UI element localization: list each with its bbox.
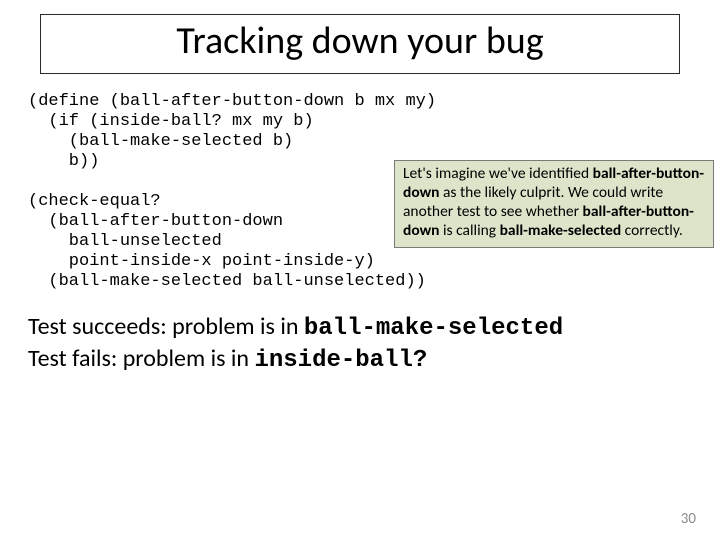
text: Test succeeds: problem is in xyxy=(28,312,304,341)
code-line: (ball-make-selected b) xyxy=(28,132,293,151)
conclusion-line-fails: Test fails: problem is in inside-ball? xyxy=(28,344,696,376)
code-ref: ball-make-selected xyxy=(304,315,563,342)
code-line: (define (ball-after-button-down b mx my) xyxy=(28,92,436,111)
code-line: b)) xyxy=(28,152,99,171)
page-number: 30 xyxy=(681,510,696,528)
text: Test fails: problem is in xyxy=(28,344,254,373)
callout-text: correctly. xyxy=(621,221,683,240)
title-box: Tracking down your bug xyxy=(40,14,680,74)
code-line: ball-unselected xyxy=(28,232,222,251)
conclusion: Test succeeds: problem is in ball-make-s… xyxy=(28,312,696,376)
slide: Tracking down your bug (define (ball-aft… xyxy=(0,0,720,540)
code-ref: inside-ball? xyxy=(254,347,427,374)
code-line: (check-equal? xyxy=(28,192,161,211)
code-line: (if (inside-ball? mx my b) xyxy=(28,112,314,131)
code-line: point-inside-x point-inside-y) xyxy=(28,252,375,271)
callout-text: is calling xyxy=(440,221,500,240)
slide-title: Tracking down your bug xyxy=(53,21,667,63)
code-line: (ball-make-selected ball-unselected)) xyxy=(28,272,426,291)
conclusion-line-succeeds: Test succeeds: problem is in ball-make-s… xyxy=(28,312,696,344)
callout-box: Let's imagine we've identified ball-afte… xyxy=(394,160,714,248)
code-line: (ball-after-button-down xyxy=(28,212,283,231)
callout-bold: ball-make-selected xyxy=(500,221,622,240)
callout-text: Let's imagine we've identified xyxy=(403,164,593,183)
